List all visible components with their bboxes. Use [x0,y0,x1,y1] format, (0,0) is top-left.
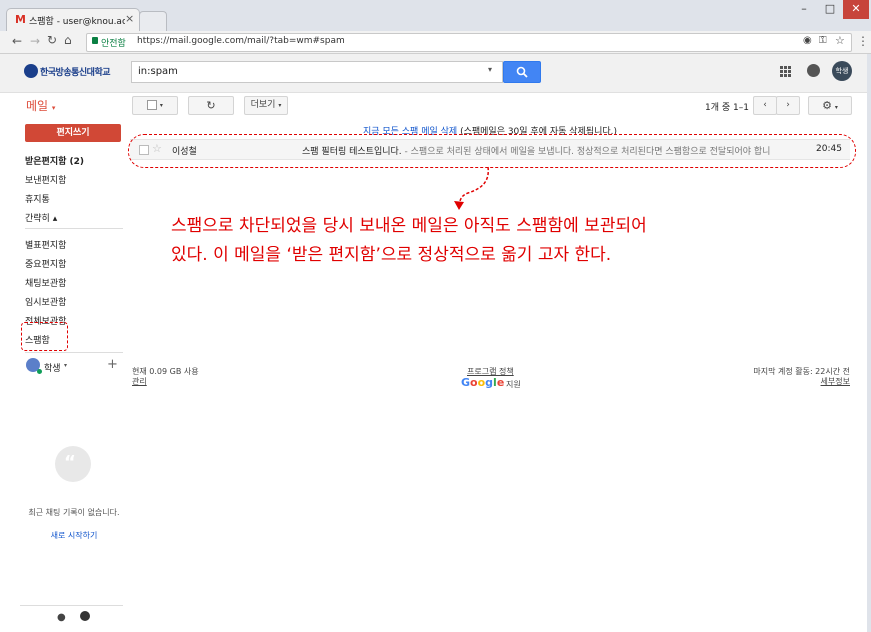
close-window-icon[interactable]: ✕ [843,0,869,19]
avatar[interactable]: 학생 [832,61,852,81]
search-icon [516,66,528,78]
window-right-border [867,54,871,632]
maximize-icon[interactable]: □ [817,0,843,19]
reload-icon[interactable]: ↻ [47,33,57,47]
refresh-button[interactable]: ↻ [188,96,234,115]
hangouts-start-link[interactable]: 새로 시작하기 [25,530,123,541]
hangouts-user-name[interactable]: 학생 [44,361,61,374]
compose-button[interactable]: 편지쓰기 [25,124,121,142]
more-button[interactable]: 더보기 ▾ [244,96,288,115]
person-icon[interactable]: ● [57,612,66,623]
details-link[interactable]: 세부정보 [650,376,850,387]
prev-page-button[interactable]: ‹ [753,96,777,115]
eye-icon[interactable]: ◉ [803,35,812,46]
chevron-down-icon[interactable]: ▾ [64,362,67,369]
refresh-icon: ↻ [206,99,216,112]
add-contact-icon[interactable]: + [107,357,118,372]
hangouts-empty-text: 최근 채팅 기록이 없습니다. [28,508,120,517]
sidebar-item-drafts[interactable]: 임시보관함 [25,295,66,308]
new-tab-button[interactable] [139,11,167,31]
logo-emblem-icon [24,64,38,78]
tab-close-icon[interactable]: × [125,12,134,25]
secure-label: 안전함 [101,39,126,49]
spam-highlight-outline [21,322,68,351]
settings-button[interactable]: ⚙ ▾ [808,96,852,115]
lock-icon [92,37,98,44]
chevron-down-icon: ▾ [159,102,163,109]
gear-icon: ⚙ [822,99,832,112]
star-bookmark-icon[interactable]: ☆ [835,34,845,47]
pagination-text: 1개 중 1–1 [705,103,749,113]
chevron-right-icon: › [786,100,790,110]
chevron-down-icon: ▾ [278,102,282,109]
search-button[interactable] [503,61,541,83]
sidebar-divider [25,352,123,353]
sidebar-item-inbox[interactable]: 받은편지함 (2) [25,154,84,167]
sidebar-divider [25,228,123,229]
powered-by-text: 지원 [506,380,521,389]
chevron-down-icon: ▾ [51,104,56,112]
sidebar-divider [20,605,123,606]
manage-storage-link[interactable]: 관리 [132,376,147,387]
browser-menu-icon[interactable]: ⋮ [857,34,869,48]
forward-arrow-icon[interactable]: → [30,34,40,48]
search-query: in:spam [138,66,178,77]
annotation-line-1: 스팸으로 차단되었을 당시 보내온 메일은 아직도 스팸함에 보관되어 [171,216,647,236]
select-checkbox-button[interactable]: ▾ [132,96,178,115]
sidebar-item-less[interactable]: 간략히 ▴ [25,211,57,224]
address-bar[interactable]: 안전함 https://mail.google.com/mail/?tab=wm… [86,33,852,52]
notifications-icon[interactable] [807,64,820,77]
mail-label-text: 메일 [26,99,49,113]
annotation-line-2: 있다. 이 메일을 ‘받은 편지함’으로 정상적으로 옮기 고자 한다. [171,245,612,265]
email-highlight-outline [128,134,856,168]
url-text[interactable]: https://mail.google.com/mail/?tab=wm#spa… [137,36,345,46]
apps-grid-icon[interactable] [780,66,791,77]
online-status-dot [37,369,42,374]
chevron-left-icon: ‹ [763,100,767,110]
gmail-favicon-icon: M [15,13,26,26]
key-icon[interactable]: ⚿ [819,35,827,46]
compose-label: 편지쓰기 [56,128,90,138]
hangouts-icon[interactable] [80,611,90,621]
browser-tab-active[interactable]: M 스팸함 - user@knou.ac × [6,8,140,32]
home-icon[interactable]: ⌂ [64,33,72,47]
google-logo: Google [461,376,505,389]
minimize-icon[interactable]: – [791,0,817,19]
sidebar-item-sent[interactable]: 보낸편지함 [25,173,66,186]
quote-icon: “ [64,452,76,473]
search-input[interactable]: in:spam ▾ [131,61,503,83]
mail-menu-label[interactable]: 메일 ▾ [26,97,55,114]
sidebar-item-chats[interactable]: 채팅보관함 [25,276,66,289]
back-arrow-icon[interactable]: ← [12,34,22,48]
more-label: 더보기 [250,100,276,110]
arrow-annotation-icon [454,166,489,210]
search-options-icon[interactable]: ▾ [488,65,492,74]
checkbox-icon [147,99,158,110]
university-logo[interactable]: 한국방송통신대학교 [24,63,116,79]
sidebar-item-trash[interactable]: 휴지통 [25,192,50,205]
next-page-button[interactable]: › [776,96,800,115]
logo-text: 한국방송통신대학교 [40,68,111,78]
sidebar-item-starred[interactable]: 별표편지함 [25,238,66,251]
sidebar-item-important[interactable]: 중요편지함 [25,257,66,270]
tab-title: 스팸함 - user@knou.ac [29,17,125,27]
chevron-down-icon: ▾ [834,104,838,111]
